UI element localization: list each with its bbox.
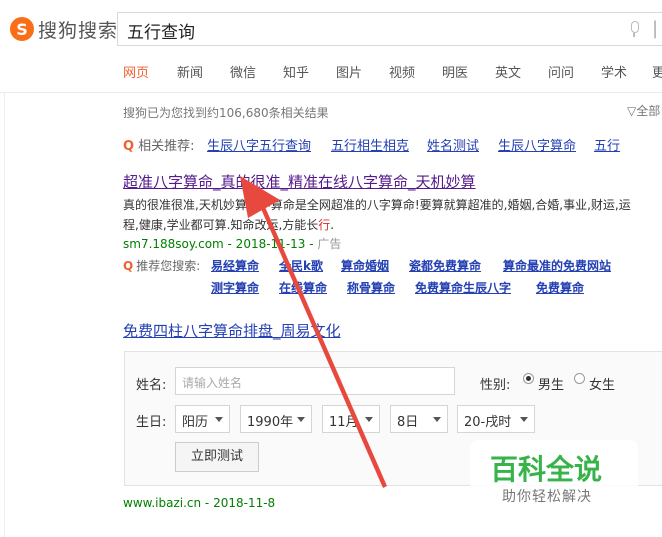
chevron-down-icon — [365, 417, 373, 422]
search-icon: Q — [123, 259, 134, 273]
suggest-link[interactable]: 测字算命 — [211, 279, 259, 296]
filter-toggle[interactable]: ▽全部 — [627, 102, 660, 119]
result-title[interactable]: 免费四柱八字算命排盘_周易文化 — [123, 320, 341, 341]
search-icon: Q — [123, 139, 135, 154]
related-searches-label: Q 相关推荐: — [123, 135, 194, 154]
gender-label: 性别: — [480, 378, 511, 393]
related-link[interactable]: 五行相生相克 — [331, 135, 409, 154]
tab-mingyi[interactable]: 明医 — [442, 62, 468, 81]
watermark-subtitle: 助你轻松解决 — [502, 489, 592, 505]
filter-icon: ▽ — [627, 104, 637, 118]
suggest-link[interactable]: 免费算命 — [536, 279, 584, 296]
search-tabs: 网页 新闻 微信 知乎 图片 视频 明医 英文 问问 学术 更 — [0, 62, 662, 82]
suggest-link[interactable]: 瓷都免费算命 — [409, 257, 481, 274]
result-url: www.ibazi.cn - 2018-11-8 — [123, 496, 276, 510]
day-select[interactable]: 8日 — [390, 405, 448, 433]
calendar-select[interactable]: 阳历 — [175, 405, 230, 433]
chevron-down-icon — [297, 417, 305, 422]
clear-icon[interactable]: | — [652, 18, 658, 39]
result-count: 搜狗已为您找到约106,680条相关结果 — [123, 106, 329, 120]
month-select[interactable]: 11月 — [322, 405, 380, 433]
tab-web[interactable]: 网页 — [123, 62, 149, 81]
related-link[interactable]: 姓名测试 — [427, 135, 479, 154]
tab-more[interactable]: 更 — [652, 62, 662, 81]
suggest-link[interactable]: 算命婚姻 — [341, 257, 389, 274]
submit-test-button[interactable]: 立即测试 — [175, 442, 259, 472]
suggest-label: Q 推荐您搜索: — [123, 259, 201, 273]
sogou-logo[interactable]: S 搜狗搜索 — [10, 14, 118, 44]
header: S 搜狗搜索 | 网页 新闻 微信 知乎 图片 视频 明医 英文 问问 学术 更 — [0, 0, 662, 93]
chevron-down-icon — [433, 417, 441, 422]
watermark-title: 百科全说 — [490, 453, 603, 486]
gender-female-label: 女生 — [589, 378, 616, 393]
tab-wenwen[interactable]: 问问 — [548, 62, 574, 81]
chevron-down-icon — [520, 417, 528, 422]
name-label: 姓名: — [136, 378, 167, 393]
name-input[interactable]: 请输入姓名 — [175, 367, 455, 395]
gender-male-radio[interactable] — [523, 373, 534, 384]
result-snippet-line2: 程,健康,学业都可算.知命改运,方能长行. — [123, 218, 335, 232]
tab-video[interactable]: 视频 — [389, 62, 415, 81]
search-input[interactable] — [125, 18, 609, 42]
tab-news[interactable]: 新闻 — [177, 62, 203, 81]
suggest-link[interactable]: 免费算命生辰八字 — [415, 279, 511, 296]
tab-zhihu[interactable]: 知乎 — [283, 62, 309, 81]
tab-weixin[interactable]: 微信 — [230, 62, 256, 81]
tab-scholar[interactable]: 学术 — [601, 62, 627, 81]
filter-label: 全部 — [636, 104, 661, 118]
result-snippet: 真的很准很准,天机妙算八字算命是全网超准的八字算命!要算就算超准的,婚姻,合婚,… — [123, 198, 631, 212]
suggest-link[interactable]: 全民k歌 — [279, 257, 323, 274]
gender-male-label: 男生 — [538, 378, 565, 393]
suggest-link[interactable]: 在线算命 — [279, 279, 327, 296]
watermark: 百科全说 助你轻松解决 — [470, 440, 638, 510]
result-url: sm7.188soy.com - 2018-11-13 - 广告 — [123, 237, 342, 251]
related-link[interactable]: 生辰八字算命 — [498, 135, 576, 154]
search-box: | — [117, 12, 662, 46]
left-divider — [4, 92, 5, 537]
suggest-link[interactable]: 算命最准的免费网站 — [503, 257, 611, 274]
related-link[interactable]: 五行 — [594, 135, 620, 154]
related-label: 相关推荐: — [138, 139, 195, 154]
microphone-icon[interactable] — [628, 21, 640, 37]
gender-female-radio[interactable] — [574, 373, 585, 384]
ad-badge: 广告 — [317, 237, 342, 251]
hour-select[interactable]: 20-戌时 — [457, 405, 535, 433]
sogou-logo-text: 搜狗搜索 — [38, 19, 119, 42]
birth-label: 生日: — [136, 415, 167, 430]
result-title[interactable]: 超准八字算命_真的很准_精准在线八字算命_天机妙算 — [123, 171, 476, 192]
related-link[interactable]: 生辰八字五行查询 — [207, 135, 311, 154]
year-select[interactable]: 1990年 — [240, 405, 312, 433]
suggest-link[interactable]: 称骨算命 — [347, 279, 395, 296]
tab-english[interactable]: 英文 — [495, 62, 521, 81]
tab-images[interactable]: 图片 — [336, 62, 362, 81]
chevron-down-icon — [215, 417, 223, 422]
suggest-link[interactable]: 易经算命 — [211, 257, 259, 274]
sogou-logo-icon: S — [10, 17, 34, 41]
